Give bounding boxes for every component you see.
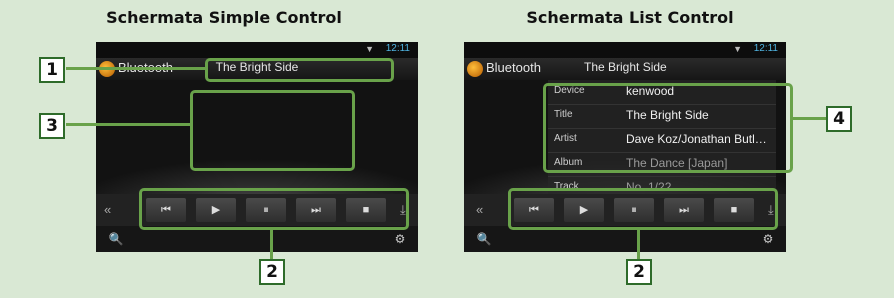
settings-icon[interactable]: ⚙ (756, 230, 780, 248)
search-icon[interactable]: 🔍 (472, 230, 496, 248)
wifi-icon: ▼ (365, 44, 374, 54)
clock: 12:11 (753, 43, 778, 54)
page: Schermata Simple Control Schermata List … (0, 0, 894, 298)
wifi-icon: ▼ (733, 44, 742, 54)
controls-highlight-simple (139, 188, 409, 230)
source-header[interactable]: Bluetooth The Bright Side (464, 58, 786, 80)
callout-2: 2 (259, 259, 285, 285)
connector-4 (790, 117, 826, 120)
list-highlight (543, 83, 793, 173)
heading-simple-control: Schermata Simple Control (106, 8, 342, 27)
connector-2-left (270, 227, 273, 259)
controls-highlight-list (508, 188, 778, 230)
clock: 12:11 (385, 43, 410, 54)
search-icon[interactable]: 🔍 (104, 230, 128, 248)
callout-4: 4 (826, 106, 852, 132)
callout-2: 2 (626, 259, 652, 285)
track-title: The Bright Side (584, 60, 667, 74)
connector-3 (66, 123, 193, 126)
status-bar: ▼ 12:11 (96, 42, 418, 58)
artwork-highlight (190, 90, 355, 171)
bluetooth-source-icon (467, 61, 483, 77)
callout-1: 1 (39, 57, 65, 83)
status-bar: ▼ 12:11 (464, 42, 786, 58)
scroll-left-button[interactable]: « (104, 202, 111, 217)
heading-list-control: Schermata List Control (526, 8, 734, 27)
title-highlight (205, 58, 394, 82)
connector-1 (66, 67, 208, 70)
settings-icon[interactable]: ⚙ (388, 230, 412, 248)
scroll-left-button[interactable]: « (476, 202, 483, 217)
callout-3: 3 (39, 113, 65, 139)
connector-2-right (637, 227, 640, 259)
source-name: Bluetooth (486, 60, 541, 75)
